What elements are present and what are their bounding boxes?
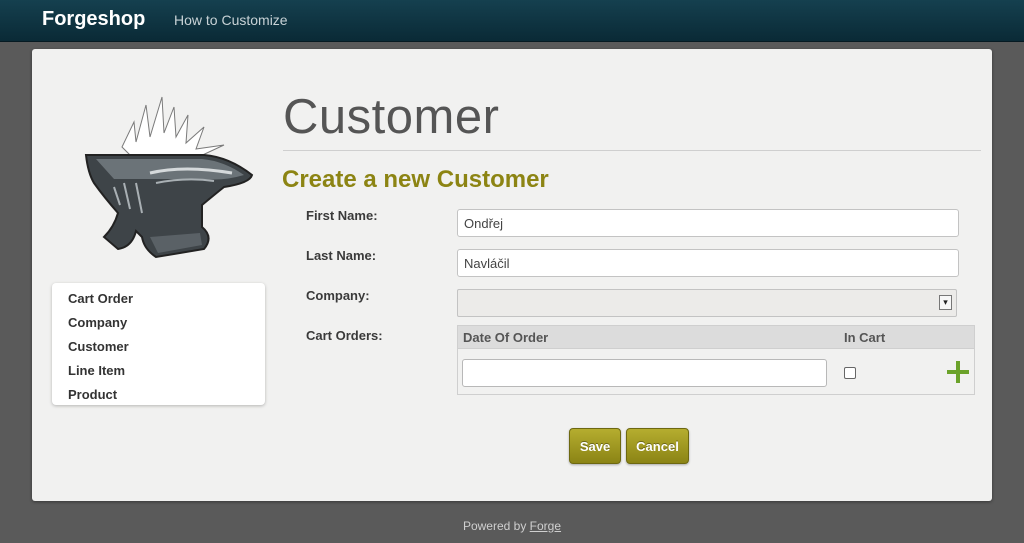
- how-to-customize-link[interactable]: How to Customize: [174, 12, 288, 28]
- forge-link[interactable]: Forge: [530, 519, 561, 533]
- column-header-in-cart: In Cart: [844, 330, 886, 345]
- footer-text: Powered by: [462, 519, 527, 533]
- plus-icon[interactable]: [947, 361, 969, 383]
- cart-orders-label: Cart Orders:: [306, 328, 383, 343]
- sidebar-item-cart-order[interactable]: Cart Order: [52, 287, 265, 311]
- top-navbar: Forgeshop How to Customize: [0, 0, 1024, 42]
- table-header: Date Of Order In Cart: [458, 326, 974, 349]
- title-divider: [283, 150, 981, 151]
- sidebar-item-company[interactable]: Company: [52, 311, 265, 335]
- main-panel: Cart Order Company Customer Line Item Pr…: [32, 49, 992, 501]
- last-name-input[interactable]: [457, 249, 959, 277]
- column-header-date-of-order: Date Of Order: [463, 330, 549, 345]
- sidebar-item-customer[interactable]: Customer: [52, 335, 265, 359]
- last-name-label: Last Name:: [306, 248, 377, 263]
- save-button[interactable]: Save: [569, 428, 621, 464]
- anvil-logo-icon: [74, 87, 264, 277]
- date-of-order-input[interactable]: [462, 359, 827, 387]
- company-select[interactable]: ▾: [457, 289, 957, 317]
- entity-menu: Cart Order Company Customer Line Item Pr…: [52, 283, 265, 405]
- in-cart-checkbox[interactable]: [844, 367, 856, 379]
- sidebar-item-line-item[interactable]: Line Item: [52, 359, 265, 383]
- brand-link[interactable]: Forgeshop: [42, 8, 145, 31]
- cancel-button[interactable]: Cancel: [626, 428, 689, 464]
- company-label: Company:: [306, 288, 370, 303]
- first-name-label: First Name:: [306, 208, 378, 223]
- chevron-down-icon[interactable]: ▾: [939, 295, 952, 310]
- page-title: Customer: [283, 90, 500, 144]
- sidebar-item-product[interactable]: Product: [52, 383, 265, 407]
- form-heading: Create a new Customer: [282, 166, 549, 193]
- footer: Powered by Forge: [0, 519, 1024, 533]
- cart-orders-table: Date Of Order In Cart: [457, 325, 975, 395]
- first-name-input[interactable]: [457, 209, 959, 237]
